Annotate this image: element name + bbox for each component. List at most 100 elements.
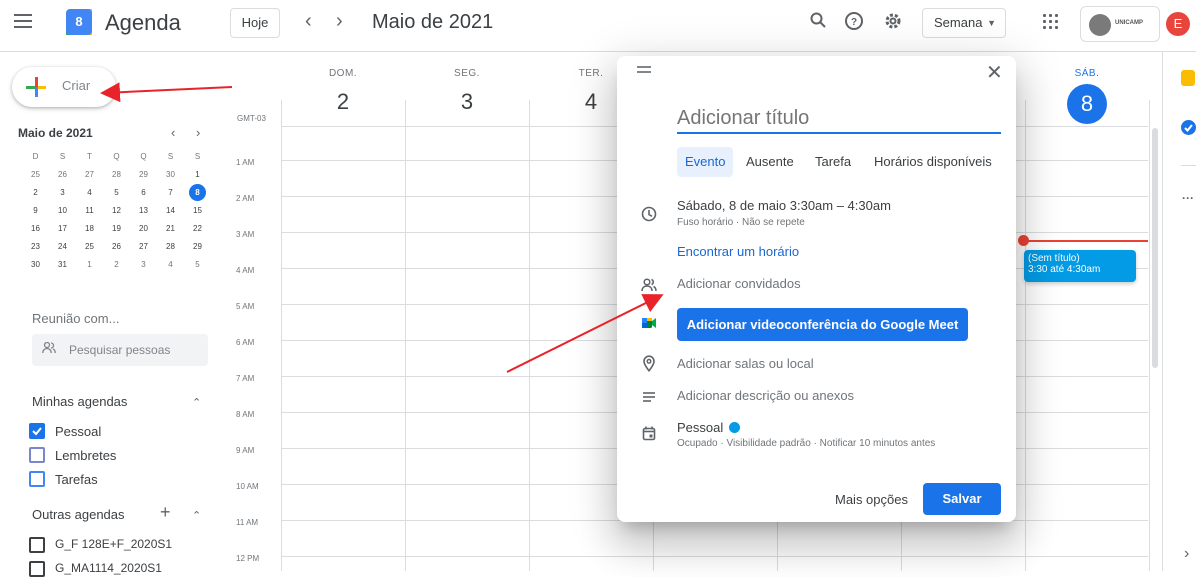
mini-day[interactable]: 17 — [49, 220, 76, 238]
main-menu-icon[interactable] — [14, 14, 32, 28]
chevron-right-icon[interactable]: › — [1184, 545, 1189, 563]
next-week-button[interactable]: › — [336, 10, 343, 33]
save-button[interactable]: Salvar — [923, 483, 1001, 515]
more-options-button[interactable]: Mais opções — [835, 492, 908, 507]
draft-event[interactable]: (Sem título) 3:30 até 4:30am — [1024, 250, 1136, 282]
mini-day[interactable]: 9 — [22, 202, 49, 220]
chevron-up-icon[interactable]: ⌃ — [192, 396, 201, 409]
hour-label: 2 AM — [236, 194, 255, 203]
mini-day[interactable]: 5 — [184, 256, 211, 274]
mini-day[interactable]: 31 — [49, 256, 76, 274]
mini-day[interactable]: 3 — [130, 256, 157, 274]
add-location-field[interactable]: Adicionar salas ou local — [677, 356, 814, 371]
mini-day[interactable]: 30 — [157, 166, 184, 184]
add-calendar-icon[interactable]: + — [160, 502, 171, 523]
day-header[interactable]: SEG. 3 — [405, 68, 529, 115]
calendar-selector[interactable]: Pessoal — [677, 420, 741, 435]
mini-day[interactable]: 6 — [130, 184, 157, 202]
mini-day[interactable]: 18 — [76, 220, 103, 238]
mini-day[interactable]: 1 — [76, 256, 103, 274]
mini-day[interactable]: 20 — [130, 220, 157, 238]
mini-day[interactable]: 15 — [184, 202, 211, 220]
organization-logo-icon — [1089, 14, 1111, 36]
mini-prev-icon[interactable]: ‹ — [171, 125, 175, 140]
mini-day[interactable]: 29 — [184, 238, 211, 256]
tab-horarios[interactable]: Horários disponíveis — [866, 147, 1000, 177]
find-time-link[interactable]: Encontrar um horário — [677, 244, 799, 259]
mini-day[interactable]: 25 — [76, 238, 103, 256]
calendar-details[interactable]: Ocupado · Visibilidade padrão · Notifica… — [677, 438, 935, 449]
drag-handle-icon[interactable] — [637, 66, 651, 74]
mini-day[interactable]: 13 — [130, 202, 157, 220]
mini-day[interactable]: 16 — [22, 220, 49, 238]
mini-day[interactable]: 8 — [184, 184, 211, 202]
mini-day[interactable]: 26 — [49, 166, 76, 184]
mini-day[interactable]: 24 — [49, 238, 76, 256]
tasks-icon[interactable] — [1181, 120, 1196, 135]
mini-day[interactable]: 27 — [130, 238, 157, 256]
mini-day[interactable]: 28 — [157, 238, 184, 256]
mini-day[interactable]: 21 — [157, 220, 184, 238]
mini-day[interactable]: 1 — [184, 166, 211, 184]
mini-day[interactable]: 25 — [22, 166, 49, 184]
mini-day[interactable]: 12 — [103, 202, 130, 220]
mini-day[interactable]: 22 — [184, 220, 211, 238]
close-icon[interactable]: ✕ — [986, 60, 1003, 85]
day-number[interactable]: 3 — [405, 89, 529, 115]
search-icon[interactable] — [807, 11, 829, 33]
mini-day[interactable]: 11 — [76, 202, 103, 220]
day-header[interactable]: DOM. 2 — [281, 68, 405, 115]
checkbox-tarefas[interactable] — [29, 471, 45, 487]
add-description-field[interactable]: Adicionar descrição ou anexos — [677, 388, 854, 403]
day-number[interactable]: 2 — [281, 89, 405, 115]
organization-badge[interactable]: UNICAMP — [1080, 6, 1160, 42]
mini-day[interactable]: 28 — [103, 166, 130, 184]
keep-icon[interactable] — [1181, 70, 1195, 86]
checkbox-lembretes[interactable] — [29, 447, 45, 463]
location-pin-icon — [639, 355, 659, 375]
grid-scrollbar[interactable] — [1152, 128, 1158, 368]
mini-day-number: 28 — [112, 170, 121, 179]
view-select[interactable]: Semana ▼ — [922, 8, 1006, 38]
mini-day[interactable]: 26 — [103, 238, 130, 256]
mini-day[interactable]: 7 — [157, 184, 184, 202]
checkbox-other-2[interactable] — [29, 561, 45, 577]
event-title-input[interactable] — [677, 104, 1001, 134]
help-icon[interactable]: ? — [843, 11, 865, 33]
create-button[interactable]: Criar — [12, 67, 116, 107]
mini-day[interactable]: 2 — [22, 184, 49, 202]
tab-tarefa[interactable]: Tarefa — [807, 147, 859, 177]
today-button[interactable]: Hoje — [230, 8, 280, 38]
search-people-input[interactable]: Pesquisar pessoas — [32, 334, 208, 366]
account-avatar[interactable]: E — [1166, 12, 1190, 36]
tab-evento[interactable]: Evento — [677, 147, 734, 177]
mini-day[interactable]: 30 — [22, 256, 49, 274]
mini-day[interactable]: 19 — [103, 220, 130, 238]
add-meet-button[interactable]: Adicionar videoconferência do Google Mee… — [677, 308, 968, 341]
checkbox-pessoal[interactable] — [29, 423, 45, 439]
mini-day[interactable]: 23 — [22, 238, 49, 256]
mini-day[interactable]: 10 — [49, 202, 76, 220]
chevron-up-icon[interactable]: ⌃ — [192, 509, 201, 522]
event-datetime[interactable]: Sábado, 8 de maio 3:30am – 4:30am — [677, 198, 891, 213]
tab-ausente[interactable]: Ausente — [738, 147, 802, 177]
mini-day[interactable]: 14 — [157, 202, 184, 220]
mini-day[interactable]: 5 — [103, 184, 130, 202]
apps-grid-icon[interactable] — [1043, 14, 1059, 30]
event-recurrence[interactable]: Fuso horário · Não se repete — [677, 217, 805, 228]
checkbox-other-1[interactable] — [29, 537, 45, 553]
mini-next-icon[interactable]: › — [196, 125, 200, 140]
mini-day[interactable]: 4 — [76, 184, 103, 202]
day-header[interactable]: SÁB. 8 — [1025, 68, 1149, 124]
mini-day[interactable]: 3 — [49, 184, 76, 202]
day-column-divider — [529, 100, 530, 571]
mini-day[interactable]: 4 — [157, 256, 184, 274]
prev-week-button[interactable]: ‹ — [305, 10, 312, 33]
settings-icon[interactable] — [882, 11, 904, 33]
mini-day[interactable]: 29 — [130, 166, 157, 184]
add-guests-field[interactable]: Adicionar convidados — [677, 276, 801, 291]
mini-day[interactable]: 27 — [76, 166, 103, 184]
more-dots-icon[interactable]: ··· — [1182, 191, 1194, 205]
mini-day[interactable]: 2 — [103, 256, 130, 274]
day-number[interactable]: 8 — [1067, 84, 1107, 124]
